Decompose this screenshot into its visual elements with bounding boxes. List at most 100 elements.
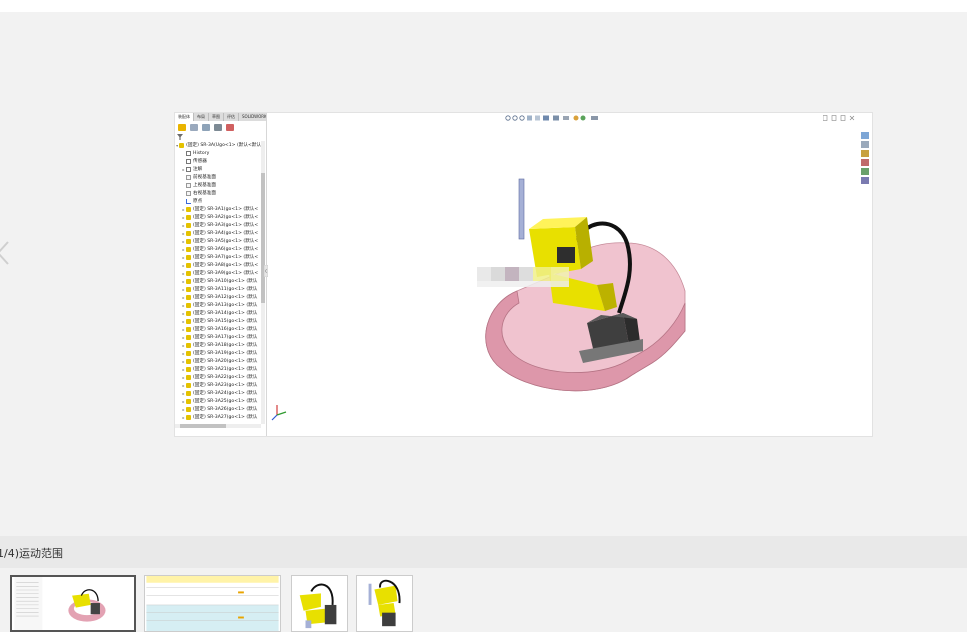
thumbnail-robot-side[interactable] (291, 575, 348, 632)
tree-part-label: (固定) SR-3A11(go<1> (默认 (193, 287, 258, 292)
tree-horizontal-scroll-thumb[interactable] (180, 424, 226, 428)
tab-4[interactable]: SOLIDWORKS 插件 (239, 113, 266, 121)
tree-part-item[interactable]: ▸ (固定) SR-3A1(go<1> (默认< (175, 205, 261, 213)
tree-part-label: (固定) SR-3A10(go<1> (默认 (193, 279, 258, 284)
image-caption: 1/4)运动范围 (0, 547, 63, 560)
tree-item[interactable]: 右视基准面 (175, 189, 261, 197)
tree-part-item[interactable]: ▸ (固定) SR-3A6(go<1> (默认< (175, 245, 261, 253)
part-icon (186, 286, 191, 292)
tree-part-label: (固定) SR-3A13(go<1> (默认 (193, 303, 258, 308)
tree-part-item[interactable]: ▸ (固定) SR-3A21(go<1> (默认 (175, 365, 261, 373)
part-icon (186, 238, 191, 244)
tab-0[interactable]: 装配体 (175, 113, 194, 121)
tree-part-item[interactable]: ▸ (固定) SR-3A14(go<1> (默认 (175, 309, 261, 317)
tree-item-label: History (193, 150, 210, 156)
task-pane-tabs[interactable] (860, 131, 870, 185)
tab-2[interactable]: 草图 (209, 113, 224, 121)
custom-properties-icon (861, 177, 869, 184)
window-controls[interactable] (823, 115, 869, 121)
tree-item-label: 原点 (193, 199, 203, 204)
tab-1[interactable]: 布局 (194, 113, 209, 121)
tree-part-item[interactable]: ▸ (固定) SR-3A27(go<1> (默认 (175, 413, 261, 421)
heads-up-view-toolbar[interactable] (505, 114, 625, 122)
tree-part-item[interactable]: ▸ (固定) SR-3A17(go<1> (默认 (175, 333, 261, 341)
tree-item[interactable]: 上视基准面 (175, 181, 261, 189)
tree-root[interactable]: ▾ (固定) SR-3A(Ugo<1> (默认<默认 (175, 141, 261, 149)
previous-image-arrow-icon[interactable] (0, 240, 16, 266)
thumbnail-robot-range[interactable] (10, 575, 136, 632)
tree-part-item[interactable]: ▸ (固定) SR-3A18(go<1> (默认 (175, 341, 261, 349)
part-icon (186, 326, 191, 332)
filter-icon[interactable] (177, 134, 183, 140)
zoom-to-fit-icon (505, 115, 511, 121)
tree-part-item[interactable]: ▸ (固定) SR-3A23(go<1> (默认 (175, 381, 261, 389)
graphics-viewport[interactable] (267, 113, 872, 436)
feature-tree-list: ▾ (固定) SR-3A(Ugo<1> (默认<默认 History 传感器 ▸ 注解… (175, 141, 261, 421)
tree-part-label: (固定) SR-3A26(go<1> (默认 (193, 407, 258, 412)
tree-item[interactable]: 传感器 (175, 157, 261, 165)
tree-part-item[interactable]: ▸ (固定) SR-3A19(go<1> (默认 (175, 349, 261, 357)
tab-3[interactable]: 评估 (224, 113, 239, 121)
tree-item-label: 传感器 (193, 159, 207, 164)
dimxpert-icon[interactable] (214, 123, 222, 131)
tree-item[interactable]: ▸ 注解 (175, 165, 261, 173)
tree-part-item[interactable]: ▸ (固定) SR-3A5(go<1> (默认< (175, 237, 261, 245)
tree-part-label: (固定) SR-3A2(go<1> (默认< (193, 215, 259, 220)
tree-part-label: (固定) SR-3A24(go<1> (默认 (193, 391, 258, 396)
tree-part-item[interactable]: ▸ (固定) SR-3A24(go<1> (默认 (175, 389, 261, 397)
tree-part-item[interactable]: ▸ (固定) SR-3A16(go<1> (默认 (175, 325, 261, 333)
robot-shaft (518, 178, 525, 240)
tree-part-item[interactable]: ▸ (固定) SR-3A22(go<1> (默认 (175, 373, 261, 381)
tree-item[interactable]: 前视基准面 (175, 173, 261, 181)
tree-vertical-scrollbar[interactable] (261, 141, 265, 424)
tree-part-label: (固定) SR-3A8(go<1> (默认< (193, 263, 259, 268)
tree-part-label: (固定) SR-3A21(go<1> (默认 (193, 367, 258, 372)
tree-part-item[interactable]: ▸ (固定) SR-3A20(go<1> (默认 (175, 357, 261, 365)
thumbnail-spec-table-preview (146, 576, 279, 631)
part-icon (186, 382, 191, 388)
display-manager-icon[interactable] (226, 123, 234, 131)
feature-tree-icon[interactable] (178, 123, 186, 131)
tree-part-item[interactable]: ▸ (固定) SR-3A2(go<1> (默认< (175, 213, 261, 221)
tree-part-item[interactable]: ▸ (固定) SR-3A25(go<1> (默认 (175, 397, 261, 405)
tree-part-item[interactable]: ▸ (固定) SR-3A8(go<1> (默认< (175, 261, 261, 269)
tree-part-label: (固定) SR-3A18(go<1> (默认 (193, 343, 258, 348)
tree-item[interactable]: History (175, 149, 261, 157)
tree-part-item[interactable]: ▸ (固定) SR-3A26(go<1> (默认 (175, 405, 261, 413)
part-icon (186, 278, 191, 284)
part-icon (186, 390, 191, 396)
thumbnail-strip (0, 568, 967, 632)
tree-part-item[interactable]: ▸ (固定) SR-3A10(go<1> (默认 (175, 277, 261, 285)
configuration-manager-icon[interactable] (202, 123, 210, 131)
thumbnail-robot-iso[interactable] (356, 575, 413, 632)
part-icon (186, 294, 191, 300)
part-icon (186, 310, 191, 316)
tree-item-label: 上视基准面 (193, 183, 216, 188)
tree-part-item[interactable]: ▸ (固定) SR-3A15(go<1> (默认 (175, 317, 261, 325)
tree-part-item[interactable]: ▸ (固定) SR-3A12(go<1> (默认 (175, 293, 261, 301)
property-manager-icon[interactable] (190, 123, 198, 131)
feature-manager-tree: 装配体布局草图评估SOLIDWORKS 插件SOLIDWORKS MBD共同工具… (175, 113, 267, 436)
tree-part-item[interactable]: ▸ (固定) SR-3A3(go<1> (默认< (175, 221, 261, 229)
home-icon (861, 132, 869, 139)
caption-bar: 1/4)运动范围 (0, 536, 967, 568)
command-manager-tabs: 装配体布局草图评估SOLIDWORKS 插件SOLIDWORKS MBD共同工具… (175, 113, 266, 121)
part-icon (186, 358, 191, 364)
part-icon (186, 406, 191, 412)
tree-vertical-scroll-thumb[interactable] (261, 173, 265, 303)
thumbnail-spec-table[interactable] (144, 575, 281, 632)
thumbnail-robot-iso-preview (368, 579, 401, 627)
tree-item[interactable]: 原点 (175, 197, 261, 205)
display-style-icon (553, 115, 559, 121)
tree-horizontal-scrollbar[interactable] (175, 424, 261, 428)
tree-part-item[interactable]: ▸ (固定) SR-3A9(go<1> (默认< (175, 269, 261, 277)
scara-robot-model[interactable] (447, 173, 687, 393)
tree-part-item[interactable]: ▸ (固定) SR-3A11(go<1> (默认 (175, 285, 261, 293)
part-icon (186, 374, 191, 380)
tree-part-label: (固定) SR-3A17(go<1> (默认 (193, 335, 258, 340)
tree-part-item[interactable]: ▸ (固定) SR-3A4(go<1> (默认< (175, 229, 261, 237)
tree-part-item[interactable]: ▸ (固定) SR-3A13(go<1> (默认 (175, 301, 261, 309)
tree-part-item[interactable]: ▸ (固定) SR-3A7(go<1> (默认< (175, 253, 261, 261)
solidworks-screenshot[interactable]: 装配体布局草图评估SOLIDWORKS 插件SOLIDWORKS MBD共同工具… (174, 112, 873, 437)
thumbnail-robot-side-preview (299, 583, 337, 629)
